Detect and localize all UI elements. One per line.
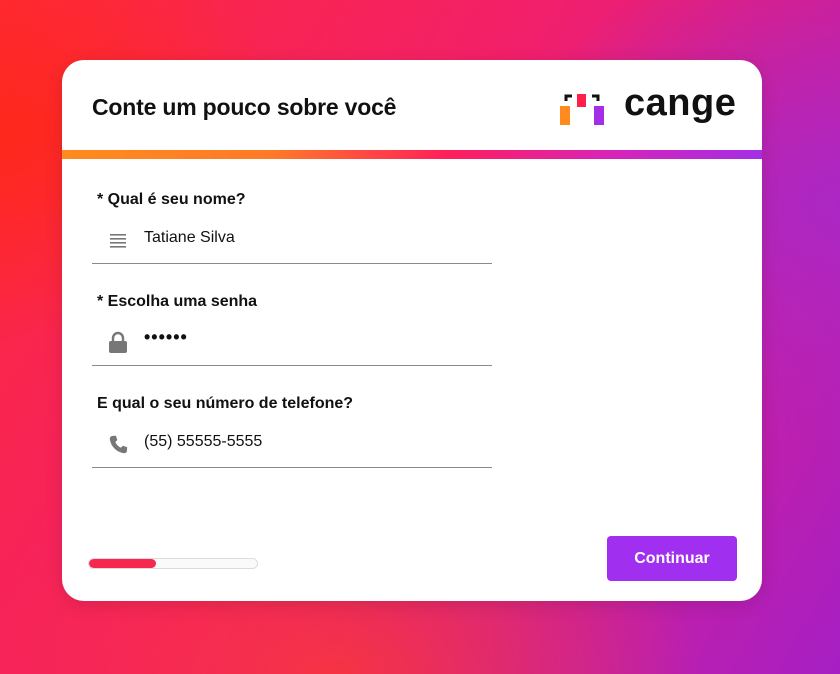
name-field-label: * Qual é seu nome? <box>97 191 246 208</box>
signup-card: Conte um pouco sobre você cange * Qual é… <box>62 60 762 601</box>
progress-bar <box>88 558 258 569</box>
name-input-value: Tatiane Silva <box>144 229 235 246</box>
cange-logo: cange <box>560 82 740 130</box>
name-field: * Qual é seu nome? Tatiane Silva <box>92 191 492 281</box>
lock-icon <box>109 331 127 353</box>
logo-text: cange <box>624 82 737 124</box>
phone-input-value: (55) 55555-5555 <box>144 433 263 450</box>
logo-mark-icon <box>560 94 604 125</box>
password-field-label: * Escolha uma senha <box>97 293 258 310</box>
progress-bar-fill <box>89 559 157 568</box>
phone-input[interactable]: (55) 55555-5555 <box>92 421 492 468</box>
password-input[interactable]: •••••• <box>92 319 492 366</box>
phone-icon <box>109 435 128 454</box>
text-lines-icon <box>110 234 126 248</box>
name-input[interactable]: Tatiane Silva <box>92 217 492 264</box>
accent-gradient-bar <box>62 150 762 159</box>
continue-button[interactable]: Continuar <box>607 536 737 581</box>
page-title: Conte um pouco sobre você <box>92 94 397 120</box>
password-field: * Escolha uma senha •••••• <box>92 293 492 383</box>
card-header: Conte um pouco sobre você cange <box>62 60 762 150</box>
phone-field-label: E qual o seu número de telefone? <box>97 395 354 412</box>
phone-field: E qual o seu número de telefone? (55) 55… <box>92 395 492 485</box>
password-input-value: •••••• <box>144 327 188 347</box>
